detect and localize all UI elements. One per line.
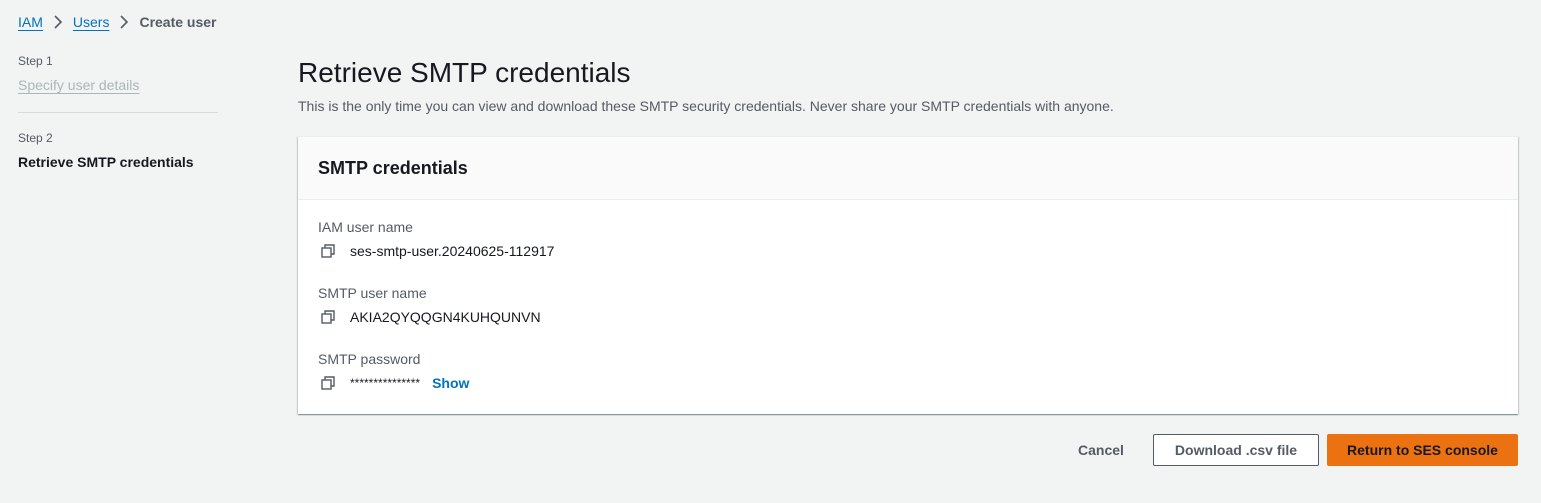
copy-icon[interactable] bbox=[321, 373, 343, 393]
smtp-password-label: SMTP password bbox=[318, 351, 421, 367]
copy-icon[interactable] bbox=[321, 241, 343, 261]
smtp-password-field: SMTP password *************** Show bbox=[318, 350, 469, 393]
smtp-user-name-value: AKIA2QYQQGN4KUHQUNVN bbox=[350, 309, 541, 325]
cancel-button[interactable]: Cancel bbox=[1062, 434, 1140, 466]
step-1-label: Specify user details bbox=[18, 77, 140, 93]
chevron-right-icon bbox=[109, 15, 139, 29]
page-description: This is the only time you can view and d… bbox=[298, 98, 1114, 114]
panel-header: SMTP credentials bbox=[298, 137, 1518, 200]
breadcrumb-current: Create user bbox=[139, 14, 217, 30]
step-2-label: Retrieve SMTP credentials bbox=[18, 154, 194, 170]
step-2-number: Step 2 bbox=[18, 131, 53, 145]
breadcrumb-iam-link[interactable]: IAM bbox=[18, 14, 43, 30]
main-content: Retrieve SMTP credentials This is the on… bbox=[298, 54, 1518, 414]
step-1: Step 1 Specify user details bbox=[18, 54, 218, 94]
iam-user-name-label: IAM user name bbox=[318, 219, 413, 235]
page-title: Retrieve SMTP credentials bbox=[298, 57, 631, 88]
download-csv-button[interactable]: Download .csv file bbox=[1153, 434, 1319, 466]
smtp-credentials-panel: SMTP credentials IAM user name ses-smtp-… bbox=[298, 136, 1518, 414]
iam-user-name-value: ses-smtp-user.20240625-112917 bbox=[350, 243, 555, 259]
smtp-password-masked-value: *************** bbox=[350, 376, 421, 390]
step-1-number: Step 1 bbox=[18, 54, 53, 68]
wizard-steps: Step 1 Specify user details Step 2 Retri… bbox=[18, 54, 218, 171]
iam-user-name-field: IAM user name ses-smtp-user.20240625-112… bbox=[318, 218, 554, 261]
iam-user-name-value-row: ses-smtp-user.20240625-112917 bbox=[318, 241, 554, 261]
show-password-link[interactable]: Show bbox=[432, 375, 469, 391]
chevron-right-icon bbox=[43, 15, 73, 29]
smtp-user-name-value-row: AKIA2QYQQGN4KUHQUNVN bbox=[318, 307, 541, 327]
return-to-ses-console-button[interactable]: Return to SES console bbox=[1327, 434, 1518, 466]
step-divider bbox=[18, 112, 218, 113]
step-2: Step 2 Retrieve SMTP credentials bbox=[18, 131, 218, 171]
smtp-user-name-field: SMTP user name AKIA2QYQQGN4KUHQUNVN bbox=[318, 284, 541, 327]
smtp-user-name-label: SMTP user name bbox=[318, 285, 427, 301]
smtp-password-value-row: *************** Show bbox=[318, 373, 469, 393]
copy-icon[interactable] bbox=[321, 307, 343, 327]
breadcrumb: IAM Users Create user bbox=[18, 13, 217, 31]
panel-title: SMTP credentials bbox=[318, 157, 468, 178]
breadcrumb-users-link[interactable]: Users bbox=[73, 14, 110, 30]
